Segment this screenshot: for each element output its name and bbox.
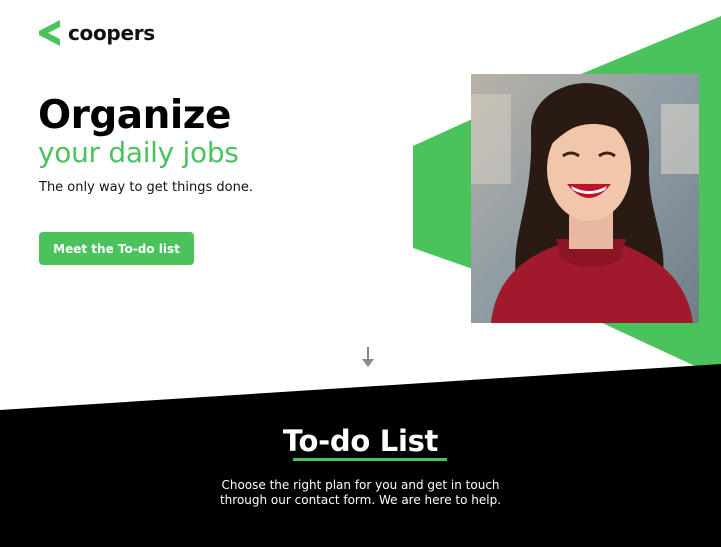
section-title: To-do List [282,424,439,458]
meet-todo-list-button[interactable]: Meet the To-do list [39,232,194,265]
section-description: Choose the right plan for you and get in… [0,478,721,508]
hero-subtitle: your daily jobs [38,136,239,169]
chevron-left-icon [39,20,60,46]
logo[interactable]: coopers [38,20,155,46]
logo-text: coopers [68,21,155,45]
section-description-line-2: through our contact form. We are here to… [219,493,502,507]
section-description-line-1: Choose the right plan for you and get in… [221,478,500,492]
hero-title: Organize [38,93,231,138]
hero-photo [471,74,699,323]
section-title-underline [293,458,447,461]
arrow-down-icon[interactable] [361,346,375,368]
portrait-illustration [471,74,699,323]
hero-tagline: The only way to get things done. [39,180,253,195]
